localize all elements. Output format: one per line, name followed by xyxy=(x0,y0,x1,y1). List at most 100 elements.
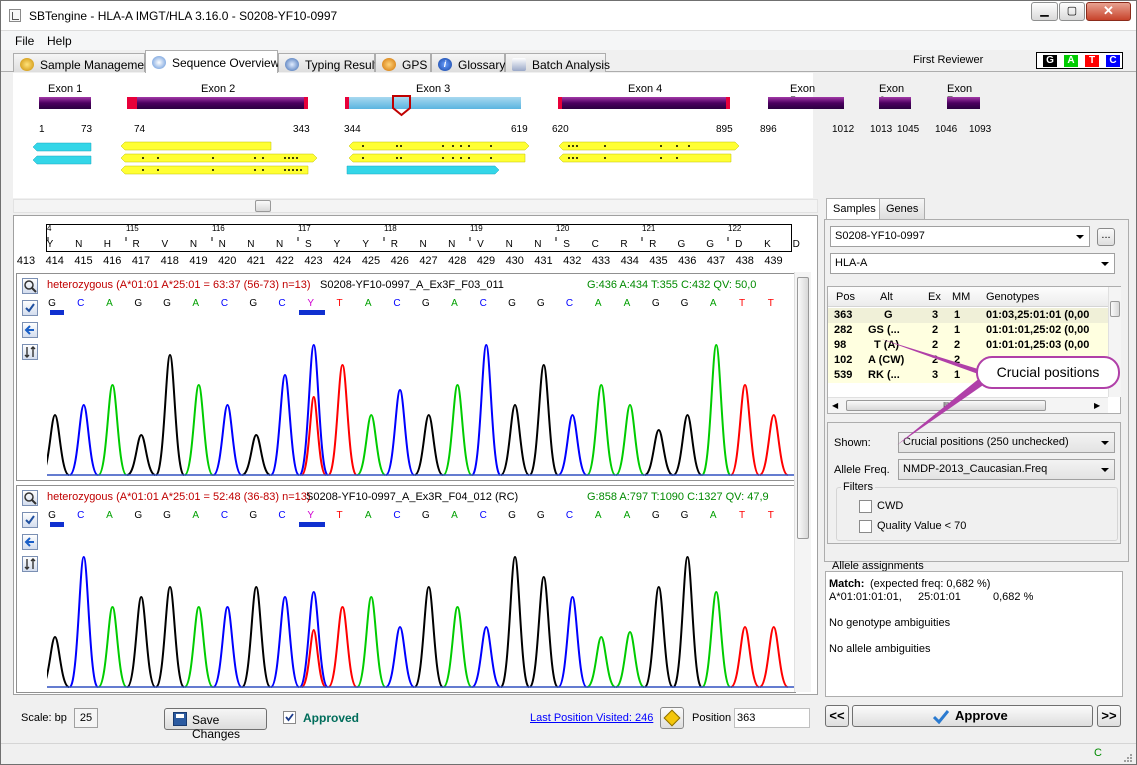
base-call[interactable]: C xyxy=(219,298,231,309)
sample-select[interactable]: S0208-YF10-0997 xyxy=(830,226,1090,247)
base-call[interactable]: G xyxy=(650,298,662,309)
tab-samples[interactable]: Samples xyxy=(826,198,883,220)
base-call[interactable]: C xyxy=(564,510,576,521)
tab-glossary[interactable]: i Glossary xyxy=(431,53,505,72)
base-call[interactable]: G xyxy=(247,510,259,521)
base-call[interactable]: Y xyxy=(305,510,317,521)
chromatogram[interactable] xyxy=(47,320,797,480)
last-position-link[interactable]: Last Position Visited: 246 xyxy=(530,712,653,724)
save-changes-button[interactable]: Save Changes xyxy=(164,708,267,741)
menu-file[interactable]: File xyxy=(15,34,34,48)
base-call[interactable]: T xyxy=(736,298,748,309)
base-call[interactable]: C xyxy=(276,298,288,309)
base-call[interactable]: G xyxy=(506,510,518,521)
scrollbar-thumb[interactable] xyxy=(1110,301,1120,317)
base-call[interactable]: T xyxy=(334,510,346,521)
base-call[interactable]: G xyxy=(46,510,58,521)
base-call[interactable]: G xyxy=(535,510,547,521)
base-call[interactable]: C xyxy=(219,510,231,521)
position-input[interactable]: 363 xyxy=(734,708,810,728)
exon-bar[interactable] xyxy=(127,97,308,109)
base-call[interactable]: A xyxy=(190,510,202,521)
previous-button[interactable]: << xyxy=(825,705,849,727)
base-call[interactable]: C xyxy=(477,298,489,309)
swap-icon[interactable] xyxy=(22,556,38,572)
base-call[interactable]: C xyxy=(75,510,87,521)
base-call[interactable]: G xyxy=(132,298,144,309)
arrow-left-icon[interactable] xyxy=(22,322,38,338)
exon-bar[interactable] xyxy=(879,97,911,109)
exon-bar[interactable] xyxy=(768,97,844,109)
scale-input[interactable]: 25 xyxy=(74,708,98,728)
scrollbar-thumb[interactable] xyxy=(255,200,271,212)
base-call[interactable]: T xyxy=(736,510,748,521)
base-call[interactable]: C xyxy=(391,510,403,521)
base-call[interactable]: G xyxy=(247,298,259,309)
check-icon[interactable] xyxy=(22,300,38,316)
tab-typing-result[interactable]: Typing Result xyxy=(278,53,378,72)
approved-checkbox[interactable] xyxy=(283,711,296,724)
trace-scrollbar[interactable] xyxy=(794,272,811,692)
swap-icon[interactable] xyxy=(22,344,38,360)
allele-freq-select[interactable]: NMDP-2013_Caucasian.Freq xyxy=(898,459,1115,480)
base-call[interactable]: A xyxy=(592,298,604,309)
base-call[interactable]: G xyxy=(506,298,518,309)
resize-grip-icon[interactable] xyxy=(1123,753,1133,763)
browse-button[interactable]: ... xyxy=(1097,228,1115,246)
base-call[interactable]: G xyxy=(679,510,691,521)
exon-bar[interactable] xyxy=(947,97,980,109)
tab-sample-management[interactable]: Sample Management xyxy=(13,53,154,72)
base-call[interactable]: G xyxy=(679,298,691,309)
tab-gps[interactable]: GPS xyxy=(375,53,431,72)
trace-panel-reverse[interactable]: heterozygous (A*01:01 A*25:01 = 52:48 (3… xyxy=(16,485,797,693)
base-call[interactable]: A xyxy=(104,298,116,309)
base-call[interactable]: G xyxy=(161,510,173,521)
menu-help[interactable]: Help xyxy=(47,34,72,48)
trace-panel-forward[interactable]: heterozygous (A*01:01 A*25:01 = 63:37 (5… xyxy=(16,273,797,481)
viewport-marker-icon[interactable] xyxy=(391,95,413,117)
base-call[interactable]: G xyxy=(161,298,173,309)
cwd-checkbox[interactable] xyxy=(859,500,872,513)
locus-select[interactable]: HLA-A xyxy=(830,253,1115,274)
base-call[interactable]: A xyxy=(707,510,719,521)
scroll-left-icon[interactable]: ◀ xyxy=(832,401,838,410)
exon-bar[interactable] xyxy=(558,97,730,109)
base-call[interactable]: Y xyxy=(305,298,317,309)
base-call[interactable]: G xyxy=(132,510,144,521)
base-call[interactable]: A xyxy=(362,510,374,521)
base-call[interactable]: C xyxy=(477,510,489,521)
zoom-icon[interactable] xyxy=(22,490,38,506)
zoom-icon[interactable] xyxy=(22,278,38,294)
base-call[interactable]: G xyxy=(46,298,58,309)
chromatogram[interactable] xyxy=(47,532,797,692)
base-call[interactable]: C xyxy=(564,298,576,309)
base-call[interactable]: A xyxy=(449,510,461,521)
exon-bar[interactable] xyxy=(39,97,91,109)
tab-genes[interactable]: Genes xyxy=(879,198,926,219)
tab-batch-analysis[interactable]: Batch Analysis xyxy=(505,53,610,72)
base-call[interactable]: A xyxy=(449,298,461,309)
base-call[interactable]: T xyxy=(765,298,777,309)
base-call[interactable]: C xyxy=(391,298,403,309)
base-call[interactable]: A xyxy=(707,298,719,309)
base-call[interactable]: T xyxy=(334,298,346,309)
next-button[interactable]: >> xyxy=(1097,705,1121,727)
exon-map[interactable]: Exon 1 1 73 Exon 2 74 343 Exon 3 344 619… xyxy=(13,73,991,198)
check-icon[interactable] xyxy=(22,512,38,528)
exon-bar-selected[interactable] xyxy=(345,97,521,109)
base-call[interactable]: A xyxy=(592,510,604,521)
base-call[interactable]: G xyxy=(420,510,432,521)
approve-button[interactable]: Approve xyxy=(852,705,1093,727)
base-call[interactable]: A xyxy=(190,298,202,309)
goto-position-button[interactable] xyxy=(660,707,684,729)
minimize-button[interactable]: ▁ xyxy=(1031,2,1058,21)
base-call[interactable]: A xyxy=(621,510,633,521)
base-call[interactable]: C xyxy=(75,298,87,309)
base-call[interactable]: T xyxy=(765,510,777,521)
close-button[interactable]: ✕ xyxy=(1086,2,1131,21)
base-call[interactable]: C xyxy=(276,510,288,521)
maximize-button[interactable]: ▢ xyxy=(1059,2,1085,21)
base-call[interactable]: G xyxy=(650,510,662,521)
base-call[interactable]: G xyxy=(420,298,432,309)
exon-map-scrollbar[interactable] xyxy=(13,199,818,213)
